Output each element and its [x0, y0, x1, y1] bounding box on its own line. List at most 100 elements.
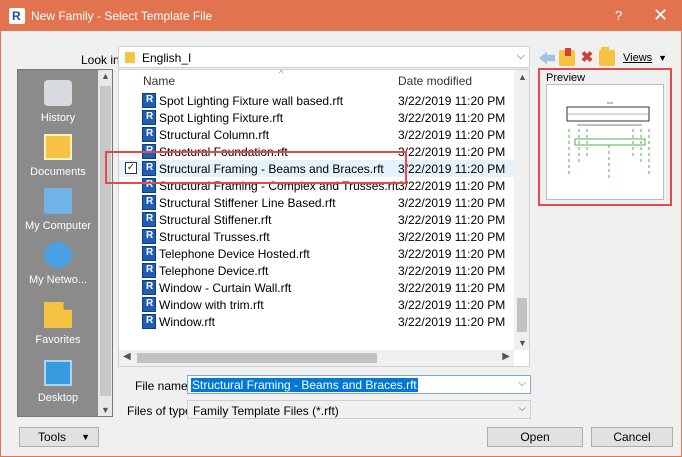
- help-button[interactable]: ?: [615, 8, 622, 23]
- file-name: Telephone Device Hosted.rft: [159, 247, 310, 261]
- filename-value[interactable]: Structural Framing - Beams and Braces.rf…: [191, 378, 418, 392]
- preview-panel: Preview: [538, 68, 672, 206]
- sidebar-item-documents[interactable]: Documents: [18, 134, 98, 178]
- file-date: 3/22/2019 11:20 PM: [398, 230, 506, 244]
- filename-input[interactable]: Structural Framing - Beams and Braces.rf…: [187, 375, 531, 394]
- list-item[interactable]: Window.rft 3/22/2019 11:20 PM: [119, 313, 514, 330]
- list-item[interactable]: Structural Stiffener.rft 3/22/2019 11:20 …: [119, 211, 514, 228]
- column-header-name[interactable]: Name: [143, 74, 175, 88]
- filetype-label: Files of type:: [127, 404, 196, 418]
- delete-icon[interactable]: ✖: [579, 50, 595, 66]
- desktop-icon: [44, 360, 72, 386]
- file-date: 3/22/2019 11:20 PM: [398, 281, 506, 295]
- file-name: Spot Lighting Fixture wall based.rft: [159, 94, 344, 108]
- list-item[interactable]: Spot Lighting Fixture wall based.rft 3/22…: [119, 92, 514, 109]
- preview-label: Preview: [546, 72, 586, 84]
- file-date: 3/22/2019 11:20 PM: [398, 213, 506, 227]
- chevron-down-icon[interactable]: ⌵: [518, 378, 526, 389]
- file-name: Window.rft: [159, 315, 216, 329]
- scroll-down-icon[interactable]: ▼: [101, 405, 110, 415]
- sidebar-item-history[interactable]: History: [18, 80, 98, 124]
- file-date: 3/22/2019 11:20 PM: [398, 162, 506, 176]
- up-folder-icon[interactable]: [559, 48, 575, 66]
- list-item[interactable]: Telephone Device.rft 3/22/2019 11:20 PM: [119, 262, 514, 279]
- sidebar-scrollbar[interactable]: ▲ ▼: [98, 70, 112, 416]
- tools-label: Tools: [38, 430, 67, 444]
- sidebar-item-my-network[interactable]: My Netwo...: [18, 242, 98, 286]
- sidebar-item-label: Documents: [30, 166, 86, 178]
- open-label: Open: [520, 430, 550, 444]
- list-item[interactable]: Window with trim.rft 3/22/2019 11:20 PM: [119, 296, 514, 313]
- file-name: Structural Trusses.rft: [159, 230, 270, 244]
- views-button[interactable]: Views: [623, 52, 652, 64]
- computer-icon: [44, 188, 72, 214]
- file-name: Telephone Device.rft: [159, 264, 269, 278]
- tools-button[interactable]: Tools ▼: [19, 427, 99, 447]
- scrollbar-thumb[interactable]: [100, 86, 111, 396]
- rft-file-icon: [142, 93, 156, 108]
- scroll-down-icon[interactable]: ▼: [518, 338, 527, 348]
- rft-file-icon: [142, 314, 156, 329]
- scroll-left-icon[interactable]: ◀: [123, 351, 131, 362]
- preview-thumbnail: [546, 84, 664, 200]
- file-list-vscrollbar[interactable]: ▲ ▼: [514, 70, 529, 350]
- file-date: 3/22/2019 11:20 PM: [398, 196, 506, 210]
- close-button[interactable]: ✕: [653, 5, 668, 26]
- file-date: 3/22/2019 11:20 PM: [398, 247, 506, 261]
- list-item[interactable]: Window - Curtain Wall.rft 3/22/2019 11:20…: [119, 279, 514, 296]
- file-date: 3/22/2019 11:20 PM: [398, 111, 506, 125]
- lookin-value: English_I: [142, 51, 192, 65]
- chevron-down-icon[interactable]: ⌵: [518, 403, 526, 414]
- toolbar: ✖ Views ▼: [539, 47, 667, 67]
- places-sidebar: History Documents My Computer My Netwo..…: [17, 69, 113, 417]
- annotation-highlight: [105, 151, 407, 184]
- file-name: Structural Stiffener Line Based.rft: [159, 196, 336, 210]
- list-item[interactable]: Structural Stiffener Line Based.rft 3/22/…: [119, 194, 514, 211]
- chevron-down-icon: ▼: [81, 432, 90, 442]
- file-list: Name ^ Date modified Spot Lighting Fixtu…: [118, 69, 530, 367]
- sidebar-item-desktop[interactable]: Desktop: [18, 360, 98, 404]
- scrollbar-thumb[interactable]: [137, 353, 377, 363]
- column-header-date[interactable]: Date modified: [398, 74, 472, 88]
- sidebar-item-my-computer[interactable]: My Computer: [18, 188, 98, 232]
- new-folder-icon[interactable]: [599, 47, 615, 66]
- rft-file-icon: [142, 195, 156, 210]
- back-icon[interactable]: [539, 51, 555, 65]
- network-icon: [44, 242, 72, 268]
- sidebar-item-label: History: [40, 112, 76, 124]
- open-button[interactable]: Open: [487, 427, 583, 447]
- documents-icon: [44, 134, 72, 160]
- folder-icon: [125, 52, 135, 63]
- revit-app-icon: R: [9, 8, 25, 24]
- views-chevron-icon[interactable]: ▼: [658, 53, 667, 63]
- sidebar-item-favorites[interactable]: Favorites: [18, 302, 98, 346]
- filetype-dropdown[interactable]: Family Template Files (*.rft) ⌵: [187, 400, 531, 419]
- sidebar-item-label: My Netwo...: [28, 274, 88, 286]
- list-item[interactable]: Structural Trusses.rft 3/22/2019 11:20 PM: [119, 228, 514, 245]
- chevron-down-icon[interactable]: ⌵: [517, 50, 525, 63]
- list-item[interactable]: Spot Lighting Fixture.rft 3/22/2019 11:20…: [119, 109, 514, 126]
- history-icon: [44, 80, 72, 106]
- sidebar-item-label: My Computer: [24, 220, 92, 232]
- preview-drawing: [566, 102, 650, 181]
- list-item[interactable]: Structural Column.rft 3/22/2019 11:20 PM: [119, 126, 514, 143]
- file-date: 3/22/2019 11:20 PM: [398, 94, 506, 108]
- scroll-up-icon[interactable]: ▲: [518, 72, 527, 82]
- rft-file-icon: [142, 246, 156, 261]
- file-list-hscrollbar[interactable]: ◀ ▶: [119, 350, 514, 366]
- file-rows: Spot Lighting Fixture wall based.rft 3/22…: [119, 92, 514, 330]
- cancel-button[interactable]: Cancel: [591, 427, 673, 447]
- file-name: Spot Lighting Fixture.rft: [159, 111, 284, 125]
- file-date: 3/22/2019 11:20 PM: [398, 264, 506, 278]
- title-bar: R New Family - Select Template File ? ✕: [1, 1, 681, 31]
- file-name: Window with trim.rft: [159, 298, 264, 312]
- scroll-up-icon[interactable]: ▲: [101, 71, 110, 81]
- dialog-title: New Family - Select Template File: [31, 9, 213, 23]
- scroll-right-icon[interactable]: ▶: [502, 351, 510, 362]
- sidebar-item-label: Favorites: [35, 334, 81, 346]
- file-date: 3/22/2019 11:20 PM: [398, 315, 506, 329]
- scrollbar-thumb[interactable]: [517, 298, 527, 332]
- file-date: 3/22/2019 11:20 PM: [398, 179, 506, 193]
- lookin-dropdown[interactable]: English_I ⌵: [118, 46, 530, 68]
- list-item[interactable]: Telephone Device Hosted.rft 3/22/2019 11:…: [119, 245, 514, 262]
